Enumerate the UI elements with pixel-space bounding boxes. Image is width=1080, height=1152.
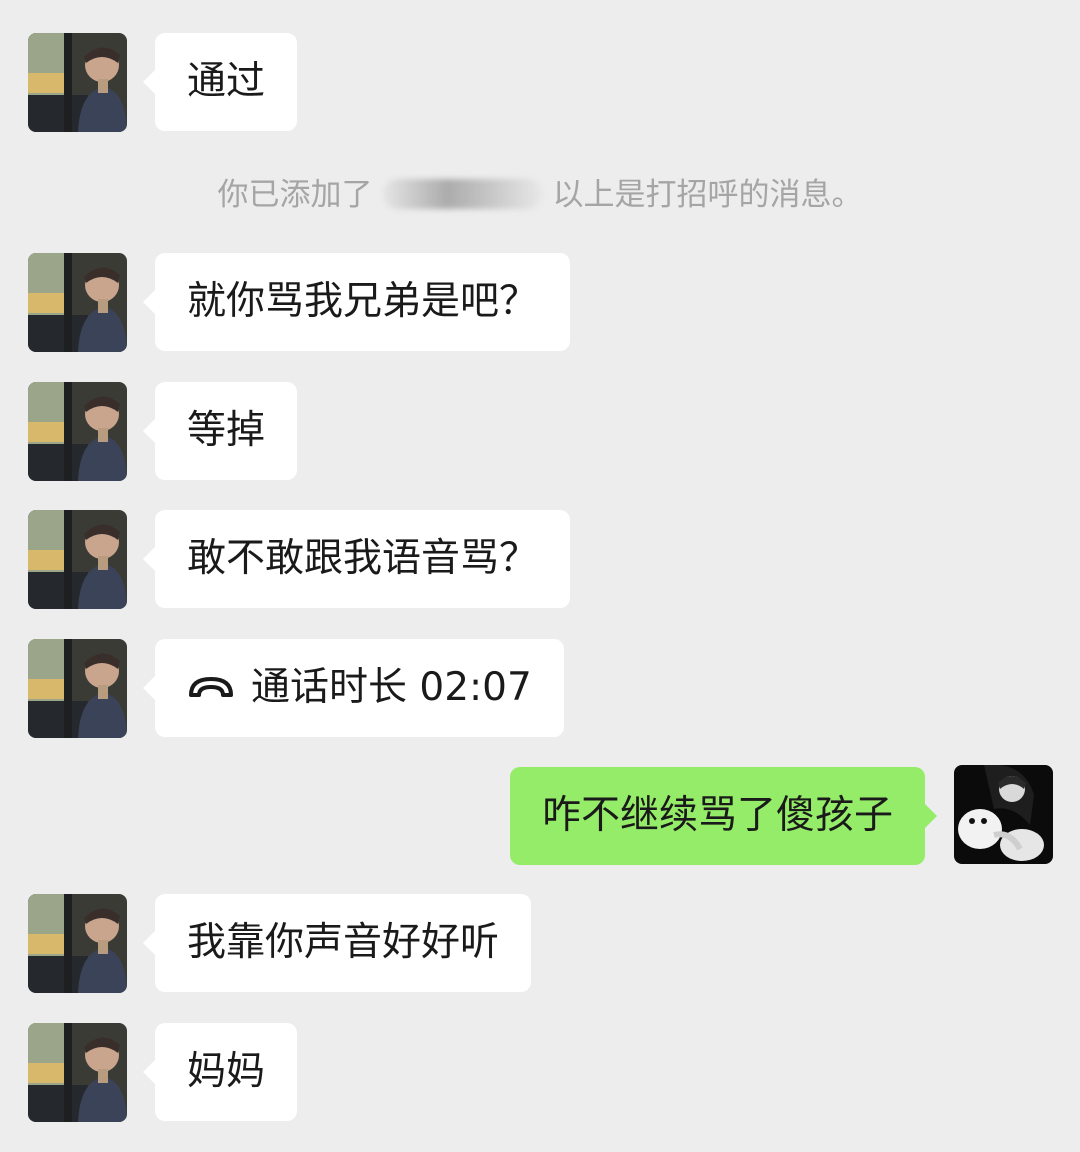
message-text: 等掉 xyxy=(187,408,266,453)
my-avatar[interactable] xyxy=(954,765,1053,864)
message-bubble[interactable]: 通过 xyxy=(142,33,298,131)
call-record-bubble[interactable]: 通话时长 02:07 xyxy=(143,639,564,737)
message-text: 就你骂我兄弟是吧？ xyxy=(187,279,539,324)
blurred-contact-name xyxy=(382,178,543,209)
system-notice: 你已添加了 以上是打招呼的消息。 xyxy=(0,170,1080,220)
phone-hangup-icon xyxy=(187,671,235,701)
message-bubble[interactable]: 妈妈 xyxy=(142,1023,298,1121)
message-bubble[interactable]: 敢不敢跟我语音骂？ xyxy=(142,510,571,608)
contact-avatar[interactable] xyxy=(28,382,127,481)
message-text: 敢不敢跟我语音骂？ xyxy=(187,536,539,581)
contact-avatar[interactable] xyxy=(28,894,127,993)
message-bubble[interactable]: 就你骂我兄弟是吧？ xyxy=(142,253,571,351)
message-text: 通过 xyxy=(187,59,266,104)
message-text: 妈妈 xyxy=(187,1049,266,1094)
message-bubble[interactable]: 我靠你声音好好听 xyxy=(142,894,532,992)
system-notice-suffix: 以上是打招呼的消息。 xyxy=(552,177,863,213)
contact-avatar[interactable] xyxy=(28,639,127,738)
contact-avatar[interactable] xyxy=(28,33,127,132)
message-bubble[interactable]: 等掉 xyxy=(142,382,298,480)
message-text: 咋不继续骂了傻孩子 xyxy=(541,793,893,838)
chat-conversation: 通过 你已添加了 以上是打招呼的消息。 就你骂我兄弟是吧？ 等掉 敢不敢跟我语音… xyxy=(0,0,1080,1152)
call-duration-text: 通话时长 02:07 xyxy=(251,665,532,710)
contact-avatar[interactable] xyxy=(28,510,127,609)
contact-avatar[interactable] xyxy=(28,1023,127,1122)
system-notice-prefix: 你已添加了 xyxy=(217,177,373,213)
contact-avatar[interactable] xyxy=(28,253,127,352)
message-text: 我靠你声音好好听 xyxy=(187,920,500,965)
message-bubble[interactable]: 咋不继续骂了傻孩子 xyxy=(509,767,938,865)
